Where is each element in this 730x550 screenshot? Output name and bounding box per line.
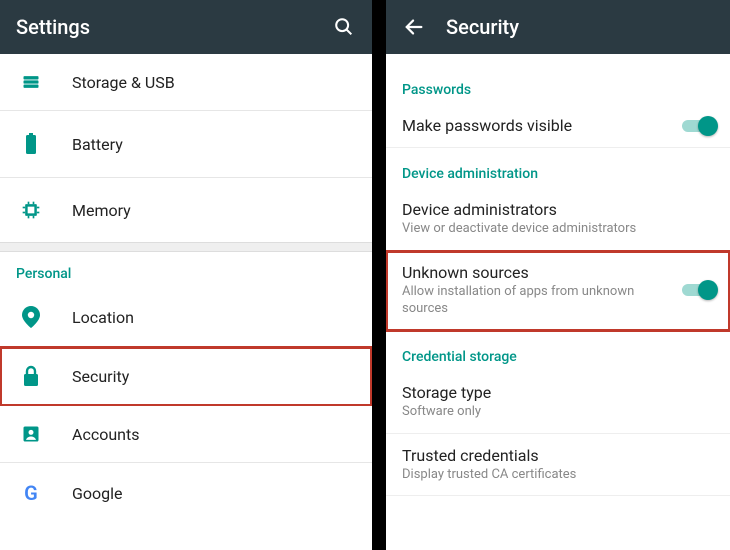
item-sublabel: Display trusted CA certificates <box>402 467 670 484</box>
item-label: Device administrators <box>402 200 670 219</box>
trusted-credentials-row[interactable]: Trusted credentials Display trusted CA c… <box>386 434 730 497</box>
make-passwords-visible-row[interactable]: Make passwords visible <box>386 104 730 148</box>
settings-item-location[interactable]: Location <box>0 288 372 347</box>
storage-icon <box>18 72 44 92</box>
battery-icon <box>18 133 44 155</box>
item-sublabel: Software only <box>402 404 670 421</box>
settings-item-storage[interactable]: Storage & USB <box>0 54 372 111</box>
item-label: Make passwords visible <box>402 116 670 135</box>
security-title: Security <box>446 15 714 39</box>
memory-icon <box>18 200 44 220</box>
back-icon[interactable] <box>402 15 426 39</box>
settings-item-label: Security <box>72 367 129 386</box>
search-icon[interactable] <box>332 15 356 39</box>
settings-item-label: Battery <box>72 135 123 154</box>
passwords-visible-toggle[interactable] <box>682 116 716 136</box>
item-sublabel: Allow installation of apps from unknown … <box>402 284 670 318</box>
device-admin-section-header: Device administration <box>386 148 730 188</box>
settings-item-accounts[interactable]: Accounts <box>0 406 372 463</box>
settings-list: Storage & USB Battery Memory Personal Lo… <box>0 54 372 550</box>
settings-item-label: Memory <box>72 201 131 220</box>
security-appbar: Security <box>386 0 730 54</box>
security-list: Passwords Make passwords visible Device … <box>386 54 730 550</box>
credential-storage-header: Credential storage <box>386 331 730 371</box>
settings-item-label: Google <box>72 484 123 503</box>
settings-item-google[interactable]: G Google <box>0 463 372 523</box>
item-label: Storage type <box>402 383 670 402</box>
item-label: Unknown sources <box>402 263 670 282</box>
lock-icon <box>18 365 44 387</box>
item-label: Trusted credentials <box>402 446 670 465</box>
settings-panel: Settings Storage & USB Battery Memory Pe… <box>0 0 372 550</box>
location-icon <box>18 306 44 328</box>
unknown-sources-toggle[interactable] <box>682 280 716 300</box>
settings-item-memory[interactable]: Memory <box>0 178 372 242</box>
device-administrators-row[interactable]: Device administrators View or deactivate… <box>386 188 730 251</box>
unknown-sources-row[interactable]: Unknown sources Allow installation of ap… <box>386 251 730 331</box>
storage-type-row[interactable]: Storage type Software only <box>386 371 730 434</box>
accounts-icon <box>18 424 44 444</box>
settings-title: Settings <box>16 15 312 39</box>
google-icon: G <box>18 481 44 505</box>
section-divider <box>0 242 372 252</box>
settings-item-label: Storage & USB <box>72 73 175 92</box>
security-panel: Security Passwords Make passwords visibl… <box>386 0 730 550</box>
settings-item-security[interactable]: Security <box>0 347 372 406</box>
passwords-section-header: Passwords <box>386 64 730 104</box>
settings-item-label: Location <box>72 308 134 327</box>
settings-item-battery[interactable]: Battery <box>0 111 372 178</box>
item-sublabel: View or deactivate device administrators <box>402 221 670 238</box>
panel-divider <box>372 0 386 550</box>
personal-section-header: Personal <box>0 252 372 288</box>
settings-item-label: Accounts <box>72 425 139 444</box>
settings-appbar: Settings <box>0 0 372 54</box>
